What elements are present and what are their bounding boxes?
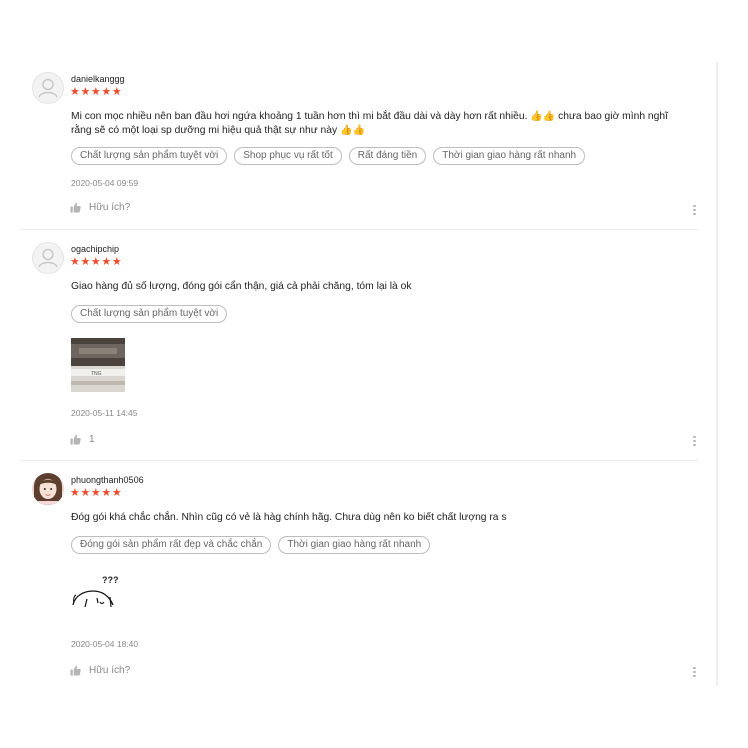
- like-action[interactable]: 1: [70, 434, 95, 445]
- review-tag: Shop phục vụ rất tốt: [234, 147, 342, 165]
- reviews-panel: danielkanggg ★★★★★ Mi con mọc nhiều nên …: [20, 62, 718, 686]
- more-vertical-icon[interactable]: [693, 203, 697, 217]
- review-username[interactable]: ogachipchip: [71, 244, 119, 254]
- avatar[interactable]: [32, 473, 64, 505]
- comment-text: Mi con mọc nhiều nên ban đầu hơi ngứa kh…: [71, 111, 528, 122]
- user-photo-avatar: [32, 473, 64, 505]
- review-tag: Chất lượng sản phẩm tuyệt vời: [71, 147, 228, 165]
- avatar[interactable]: [32, 242, 64, 274]
- thumbs-up-icon[interactable]: [70, 202, 81, 213]
- review-tag: Chất lượng sản phẩm tuyệt vời: [71, 305, 228, 323]
- thumbs-up-icon[interactable]: [70, 434, 81, 445]
- review-comment: Mi con mọc nhiều nên ban đầu hơi ngứa kh…: [71, 110, 691, 138]
- more-vertical-icon[interactable]: [693, 434, 697, 448]
- sticker-text: ???: [102, 575, 119, 585]
- more-vertical-icon[interactable]: [693, 665, 697, 679]
- rating-stars: ★★★★★: [70, 86, 123, 98]
- review-tag: Thời gian giao hàng rất nhanh: [278, 536, 431, 554]
- thumbs-up-emoji-icon: 👍👍: [340, 125, 365, 136]
- review-comment: Đóg gói khá chắc chắn. Nhìn cũg có vẻ là…: [71, 511, 691, 525]
- photo-label: TNG: [91, 371, 102, 377]
- like-label[interactable]: Hữu ích?: [89, 202, 130, 213]
- review-username[interactable]: danielkanggg: [71, 74, 125, 84]
- thumbs-up-icon[interactable]: [70, 665, 81, 676]
- review-timestamp: 2020-05-04 18:40: [71, 639, 139, 649]
- comment-text: chưa bao giờ mình nghĩ: [558, 111, 668, 122]
- review-tag: Đóng gói sản phẩm rất đẹp và chắc chắn: [71, 536, 272, 554]
- review-tags: Chất lượng sản phẩm tuyệt vời Shop phục …: [71, 147, 586, 165]
- review-tag: Rất đáng tiền: [348, 147, 427, 165]
- review-photo[interactable]: TNG: [71, 338, 125, 392]
- comment-text: Giao hàng đủ số lượng, đóng gói cẩn thận…: [71, 281, 412, 292]
- default-avatar-icon: [32, 242, 64, 274]
- like-count[interactable]: 1: [89, 434, 95, 445]
- like-label[interactable]: Hữu ích?: [89, 665, 130, 676]
- confused-face-sticker: ???: [72, 575, 119, 608]
- avatar[interactable]: [32, 72, 64, 104]
- sticker-image[interactable]: ???: [71, 569, 125, 630]
- scrollbar[interactable]: [716, 62, 718, 686]
- comment-text: rằng sẽ có một loại sp dưỡng mi hiệu quả…: [71, 125, 338, 136]
- rating-stars: ★★★★★: [70, 487, 123, 499]
- rating-stars: ★★★★★: [70, 256, 123, 268]
- product-photo: TNG: [71, 338, 125, 392]
- review-comment: Giao hàng đủ số lượng, đóng gói cẩn thận…: [71, 280, 691, 294]
- thumbs-up-emoji-icon: 👍👍: [530, 111, 556, 122]
- divider: [20, 229, 698, 230]
- divider: [20, 460, 698, 461]
- review-tags: Chất lượng sản phẩm tuyệt vời: [71, 305, 228, 323]
- review-tag: Thời gian giao hàng rất nhanh: [433, 147, 586, 165]
- default-avatar-icon: [32, 72, 64, 104]
- like-action[interactable]: Hữu ích?: [70, 202, 130, 213]
- comment-text: Đóg gói khá chắc chắn. Nhìn cũg có vẻ là…: [71, 512, 507, 523]
- review-tags: Đóng gói sản phẩm rất đẹp và chắc chắn T…: [71, 536, 431, 554]
- review-timestamp: 2020-05-11 14:45: [71, 408, 138, 418]
- review-username[interactable]: phuongthanh0506: [71, 475, 144, 485]
- like-action[interactable]: Hữu ích?: [70, 665, 130, 676]
- review-timestamp: 2020-05-04 09:59: [71, 178, 139, 188]
